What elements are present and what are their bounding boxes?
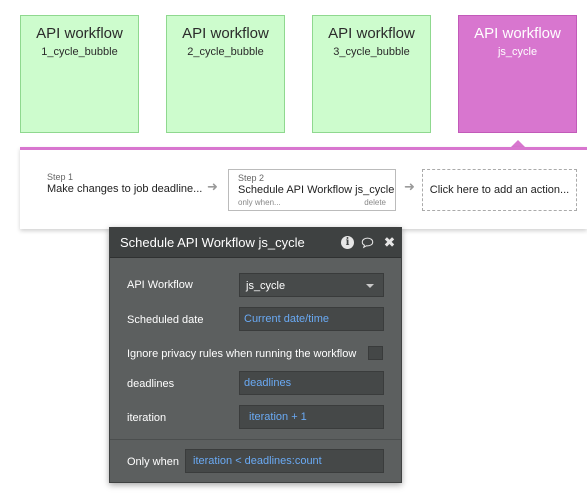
workflow-card-name: js_cycle [497,46,538,58]
arrow-right-icon: ➜ [207,179,218,194]
step-delete-link[interactable]: delete [364,198,386,207]
panel-header: Schedule API Workflow js_cycle i ✖ [110,228,401,258]
api-workflow-selected-value: js_cycle [246,280,286,292]
iteration-label: iteration [127,412,167,424]
workflow-card-title: API workflow [36,25,123,42]
ignore-privacy-checkbox[interactable] [368,346,383,360]
workflow-card-name: 2_cycle_bubble [187,46,264,58]
workflow-card-2-cycle-bubble[interactable]: API workflow 2_cycle_bubble [166,15,285,133]
api-workflow-dropdown[interactable]: js_cycle [239,273,384,297]
panel-title: Schedule API Workflow js_cycle [120,235,305,250]
panel-divider [110,439,401,440]
iteration-field[interactable]: iteration + 1 [239,405,384,429]
workflow-card-js-cycle[interactable]: API workflow js_cycle [458,15,577,133]
step-1[interactable]: Step 1 Make changes to job deadline... [47,172,202,195]
api-workflow-label: API Workflow [127,279,193,291]
step-description: Make changes to job deadline... [47,183,203,195]
deadlines-field[interactable]: deadlines [239,371,384,395]
close-icon[interactable]: ✖ [383,234,396,250]
scheduled-date-field[interactable]: Current date/time [239,307,384,331]
deadlines-label: deadlines [127,378,175,390]
workflow-card-title: API workflow [474,25,561,42]
workflow-card-title: API workflow [328,25,415,42]
workflow-card-name: 1_cycle_bubble [41,46,118,58]
info-icon[interactable]: i [341,236,354,249]
chevron-down-icon [366,284,374,288]
arrow-right-icon: ➜ [404,179,415,194]
comment-icon[interactable] [361,236,374,249]
only-when-field[interactable]: iteration < deadlines:count [185,449,384,473]
workflow-card-name: 3_cycle_bubble [333,46,410,58]
step-2[interactable]: Step 2 Schedule API Workflow js_cycle on… [228,169,396,211]
workflow-card-1-cycle-bubble[interactable]: API workflow 1_cycle_bubble [20,15,139,133]
add-action-button[interactable]: Click here to add an action... [422,169,577,211]
step-number: Step 2 [238,173,265,183]
scheduled-date-label: Scheduled date [127,314,204,326]
workflow-steps-bar: Step 1 Make changes to job deadline... ➜… [20,147,587,229]
only-when-label: Only when [127,456,179,468]
workflow-card-title: API workflow [182,25,269,42]
step-condition-hint: only when... [238,198,281,207]
step-description: Schedule API Workflow js_cycle [238,184,395,196]
workflow-card-3-cycle-bubble[interactable]: API workflow 3_cycle_bubble [312,15,431,133]
ignore-privacy-label: Ignore privacy rules when running the wo… [127,348,357,360]
action-property-panel: Schedule API Workflow js_cycle i ✖ API W… [109,227,402,483]
step-number: Step 1 [47,172,74,182]
